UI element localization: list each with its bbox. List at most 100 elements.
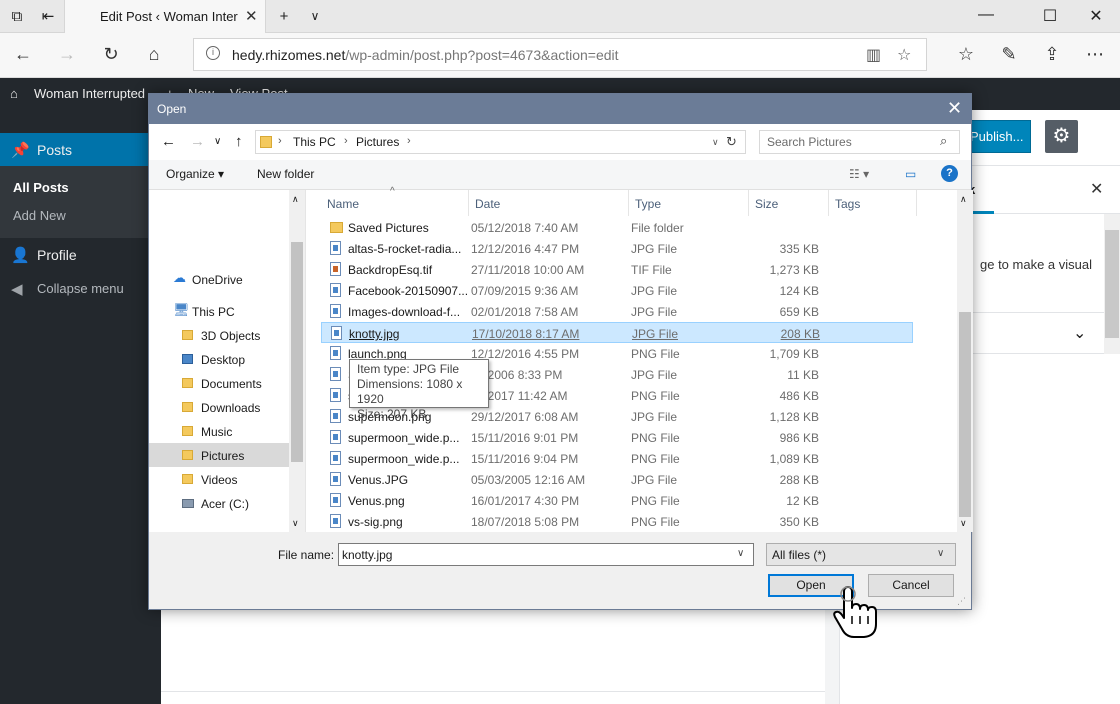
file-row[interactable]: Venus.png 16/01/2017 4:30 PM PNG File 12 KB [321, 490, 913, 511]
dialog-command-bar: Organize ▾ New folder ☷ ▾ ▭ ? [149, 160, 971, 190]
url-input[interactable]: i hedy.rhizomes.net/wp-admin/post.php?po… [193, 38, 927, 71]
tooltip-size: Size: 207 KB [357, 407, 427, 421]
address-dropdown-icon[interactable]: ∨ [712, 137, 719, 148]
image-file-icon [330, 262, 341, 276]
pictures-folder-icon [260, 136, 272, 148]
nav-item-pictures[interactable]: Pictures [149, 443, 289, 467]
image-file-icon [330, 346, 341, 360]
scroll-down-icon[interactable]: ∨ [292, 518, 299, 529]
file-row[interactable]: knotty.jpg 17/10/2018 8:17 AM JPG File 208 … [321, 322, 913, 343]
close-window-icon[interactable]: ✕ [1086, 6, 1106, 26]
scroll-up-icon[interactable]: ∧ [292, 194, 299, 205]
file-row[interactable]: Saved Pictures 05/12/2018 7:40 AM File fol… [321, 217, 913, 238]
file-name-value: knotty.jpg [342, 548, 393, 562]
file-row[interactable]: supermoon_wide.p... 15/11/2016 9:04 PM PNG… [321, 448, 913, 469]
dialog-back-icon[interactable]: ← [161, 133, 176, 150]
breadcrumb-separator-icon: › [278, 135, 282, 147]
reading-view-icon[interactable]: ▥ [866, 45, 881, 65]
file-type: JPG File [631, 305, 678, 319]
file-row[interactable]: Images-download-f... 02/01/2018 7:58 AM JP… [321, 301, 913, 322]
tooltip-type: Item type: JPG File [357, 362, 460, 376]
new-tab-icon[interactable]: + [276, 8, 292, 25]
file-row[interactable]: vs-sig.png 18/07/2018 5:08 PM PNG File 350 … [321, 511, 913, 532]
recent-chevron-icon[interactable]: ∨ [214, 136, 221, 147]
file-name: knotty.jpg [349, 327, 400, 341]
tab-close-icon[interactable]: ✕ [245, 7, 258, 25]
tab-list-chevron-icon[interactable]: ∨ [307, 8, 323, 24]
column-header-size[interactable]: Size [749, 190, 829, 216]
file-row[interactable]: altas-5-rocket-radia... 12/12/2016 4:47 P… [321, 238, 913, 259]
view-options-icon[interactable]: ☷ ▾ [849, 167, 869, 181]
chevron-down-icon[interactable]: ∨ [737, 548, 744, 559]
new-folder-button[interactable]: New folder [257, 167, 314, 181]
favorites-icon[interactable]: ☆ [955, 44, 977, 65]
file-date: 08/2006 8:33 PM [471, 368, 563, 382]
forward-icon[interactable]: → [56, 44, 78, 65]
organize-button[interactable]: Organize ▾ [166, 167, 224, 181]
file-row[interactable]: Venus.JPG 05/03/2005 12:16 AM JPG File 288 … [321, 469, 913, 490]
up-icon[interactable]: ↑ [235, 133, 243, 150]
file-row[interactable]: supermoon_wide.p... 15/11/2016 9:01 PM PNG… [321, 427, 913, 448]
column-header-type[interactable]: Type [629, 190, 749, 216]
file-row[interactable]: BackdropEsq.tif 27/11/2018 10:00 AM TIF Fi… [321, 259, 913, 280]
refresh-icon[interactable]: ↻ [100, 44, 122, 65]
back-icon[interactable]: ← [12, 44, 34, 65]
home-icon[interactable]: ⌂ [143, 44, 165, 65]
file-date: 12/12/2016 4:55 PM [471, 347, 580, 361]
chevron-down-icon[interactable]: ∨ [937, 548, 944, 559]
sidebar-close-icon[interactable]: ✕ [1090, 179, 1103, 199]
cancel-button[interactable]: Cancel [868, 574, 954, 597]
file-size: 1,273 KB [769, 263, 819, 277]
image-file-icon [330, 451, 341, 465]
menu-all-posts[interactable]: All Posts [13, 180, 69, 195]
minimize-icon[interactable]: — [976, 6, 996, 24]
search-input[interactable]: Search Pictures ⌕ [759, 130, 960, 154]
file-type: PNG File [631, 494, 680, 508]
file-name-input[interactable]: knotty.jpg ∨ [338, 543, 754, 566]
nav-pane-scroll-thumb[interactable] [291, 242, 303, 462]
column-header-name[interactable]: Name [321, 190, 469, 216]
file-date: 16/01/2017 4:30 PM [471, 494, 580, 508]
favorite-star-icon[interactable]: ☆ [897, 45, 911, 65]
menu-add-new[interactable]: Add New [13, 208, 66, 223]
chevron-down-icon[interactable]: ⌄ [1073, 323, 1086, 343]
scroll-up-icon[interactable]: ∧ [960, 194, 967, 205]
breadcrumb-this-pc[interactable]: This PC [293, 135, 336, 149]
publish-button[interactable]: Publish... [963, 120, 1031, 153]
site-info-icon[interactable]: i [206, 46, 220, 60]
scroll-down-icon[interactable]: ∨ [960, 518, 967, 529]
share-icon[interactable]: ⇪ [1041, 44, 1063, 65]
more-icon[interactable]: ⋯ [1084, 44, 1106, 65]
dialog-forward-icon[interactable]: → [190, 133, 205, 150]
file-type: PNG File [631, 452, 680, 466]
column-header-tags[interactable]: Tags [829, 190, 917, 216]
dialog-refresh-icon[interactable]: ↻ [726, 134, 737, 150]
menu-collapse[interactable]: ◀ Collapse menu [0, 272, 161, 306]
file-type-select[interactable]: All files (*) ∨ [766, 543, 956, 566]
search-icon[interactable]: ⌕ [940, 133, 947, 149]
site-name-link[interactable]: Woman Interrupted [34, 86, 145, 101]
resize-grip-icon[interactable]: ⋰ [957, 596, 966, 607]
breadcrumb-pictures[interactable]: Pictures [356, 135, 399, 149]
file-type: PNG File [631, 431, 680, 445]
set-aside-tabs-icon[interactable]: ⇤ [40, 8, 56, 25]
image-file-icon [330, 283, 341, 297]
browser-tab[interactable]: Edit Post ‹ Woman Inter ✕ [64, 0, 266, 33]
menu-posts[interactable]: 📌 Posts [0, 133, 161, 167]
home-site-icon[interactable]: ⌂ [10, 86, 18, 101]
file-list-scroll-thumb[interactable] [959, 312, 971, 517]
maximize-icon[interactable]: ☐ [1040, 6, 1060, 26]
pen-icon[interactable]: ✎ [998, 44, 1020, 65]
settings-gear-icon[interactable]: ⚙ [1045, 120, 1078, 153]
help-icon[interactable]: ? [941, 165, 958, 182]
preview-pane-icon[interactable]: ▭ [905, 167, 916, 181]
cloud-icon: ☁ [173, 270, 186, 285]
menu-profile[interactable]: 👤 Profile [0, 238, 161, 272]
tab-actions-icon[interactable]: ⧉ [9, 8, 25, 25]
breadcrumb[interactable]: › This PC › Pictures › ∨ ↻ [255, 130, 746, 154]
column-header-date[interactable]: Date [469, 190, 629, 216]
file-row[interactable]: Facebook-20150907... 07/09/2015 9:36 AM JP… [321, 280, 913, 301]
tooltip-dimensions: Dimensions: 1080 x 1920 [357, 377, 463, 406]
dialog-close-icon[interactable]: ✕ [947, 98, 962, 119]
sidebar-scroll-thumb[interactable] [1105, 230, 1119, 338]
